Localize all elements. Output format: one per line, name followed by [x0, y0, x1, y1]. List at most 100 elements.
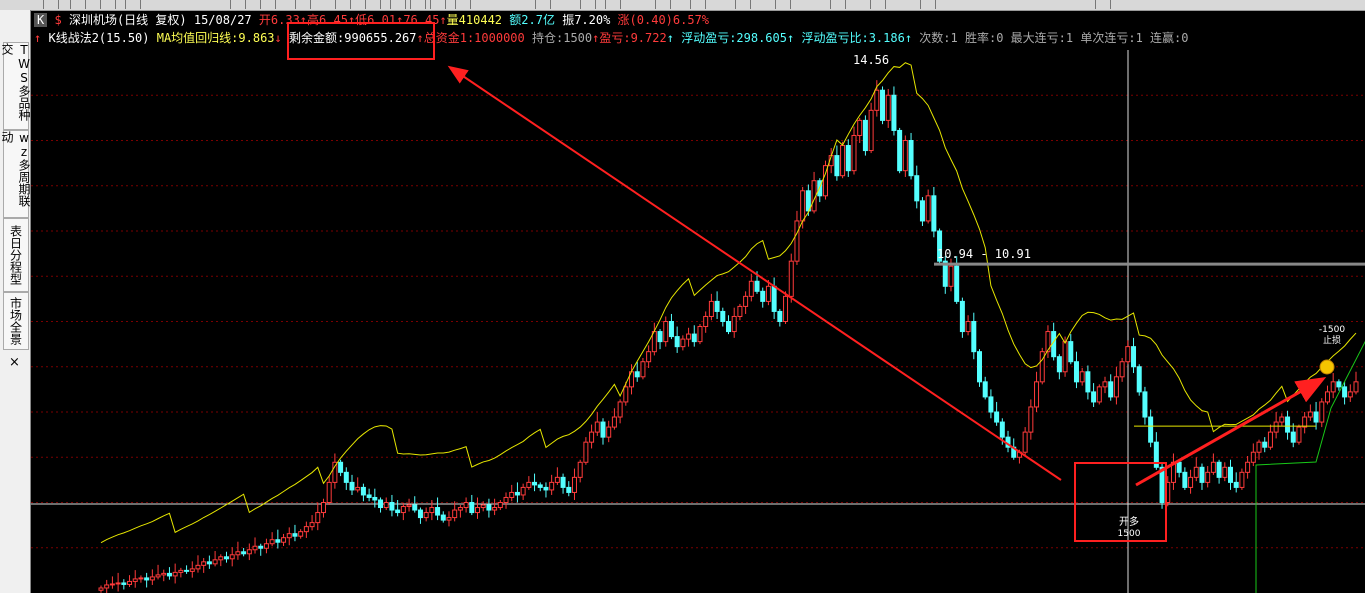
- close-icon[interactable]: ×: [9, 355, 20, 370]
- candle-body: [537, 484, 543, 488]
- toolbar-button-16[interactable]: [655, 0, 671, 9]
- toolbar-button-3[interactable]: [125, 0, 141, 9]
- toolbar-button-22[interactable]: [920, 0, 936, 9]
- candle-body: [1176, 461, 1182, 473]
- candle-body: [360, 486, 366, 496]
- candle-body: [919, 200, 925, 222]
- toolbar-button-12[interactable]: [455, 0, 471, 9]
- candle-body: [332, 461, 338, 483]
- smiley-icon: [1319, 359, 1335, 375]
- candle-body: [1085, 371, 1091, 393]
- candle-body: [731, 315, 737, 333]
- toolbar-button-4[interactable]: [230, 0, 246, 9]
- candle-body: [303, 526, 309, 533]
- candle-body: [1039, 351, 1045, 383]
- highlight-box-remaining: [287, 22, 435, 60]
- toolbar-button-0[interactable]: [43, 0, 59, 9]
- toolbar-button-14[interactable]: [580, 0, 596, 9]
- stock-title: 深圳机场(日线 复权): [68, 13, 187, 27]
- candle-body: [1199, 466, 1205, 483]
- toolbar-button-1[interactable]: [70, 0, 86, 9]
- candle-body: [1182, 471, 1188, 488]
- candle-body: [1233, 481, 1239, 488]
- candle-body: [189, 568, 195, 572]
- toolbar-button-15[interactable]: [605, 0, 621, 9]
- toolbar-button-8[interactable]: [365, 0, 381, 9]
- candle-body: [1290, 431, 1296, 443]
- toolbar-button-6[interactable]: [295, 0, 311, 9]
- candle-body: [166, 572, 172, 577]
- candle-body: [931, 195, 937, 232]
- candle-body: [417, 509, 423, 519]
- candle-body: [1342, 386, 1348, 398]
- candle-body: [343, 471, 349, 483]
- candle-body: [389, 502, 395, 511]
- toolbar-button-19[interactable]: [775, 0, 791, 9]
- candle-body: [765, 285, 771, 302]
- candle-body: [309, 522, 315, 528]
- candle-body: [475, 507, 480, 514]
- candle-body: [640, 361, 646, 378]
- single-loss-streak: 单次连亏:1: [1080, 31, 1143, 45]
- price-chart[interactable]: 10.94 - 10.91 14.56 开多1500 -1500止损: [31, 10, 1365, 593]
- candle-body: [366, 494, 372, 498]
- candle-body: [1210, 461, 1216, 473]
- candle-body: [1102, 381, 1108, 388]
- toolbar-button-21[interactable]: [870, 0, 886, 9]
- dollar-icon: $: [54, 13, 62, 27]
- candle-body: [1205, 471, 1211, 483]
- toolbar-button-10[interactable]: [410, 0, 426, 9]
- candle-body: [1062, 341, 1068, 373]
- win-streak: 连赢:0: [1150, 31, 1189, 45]
- toolbar-button-7[interactable]: [335, 0, 351, 9]
- candle-body: [897, 129, 903, 172]
- candle-body: [549, 481, 555, 491]
- max-loss-streak: 最大连亏:1: [1010, 31, 1074, 45]
- candle-body: [1096, 386, 1102, 403]
- candle-body: [577, 461, 583, 478]
- candle-body: [800, 190, 806, 222]
- candle-body: [554, 476, 560, 483]
- toolbar-button-23[interactable]: [1095, 0, 1111, 9]
- candle-body: [1022, 431, 1028, 453]
- candle-body: [1119, 361, 1125, 378]
- tab-tws-multi-product[interactable]: TWS多品种交: [0, 42, 31, 130]
- candle-body: [1245, 461, 1251, 473]
- candle-body: [429, 507, 435, 514]
- toolbar-button-11[interactable]: [430, 0, 446, 9]
- candle-body: [560, 476, 566, 488]
- toolbar-button-18[interactable]: [735, 0, 751, 9]
- candle-body: [532, 481, 538, 486]
- candle-body: [252, 545, 258, 551]
- candle-body: [400, 506, 406, 514]
- candle-body: [144, 577, 150, 581]
- tab-daily-frame[interactable]: 表日分程型: [3, 218, 29, 292]
- candle-body: [914, 175, 920, 202]
- toolbar-button-9[interactable]: [390, 0, 406, 9]
- candle-body: [1216, 461, 1222, 478]
- toolbar-button-17[interactable]: [690, 0, 706, 9]
- toolbar-button-2[interactable]: [100, 0, 116, 9]
- toolbar-button-5[interactable]: [260, 0, 276, 9]
- candle-body: [1285, 416, 1291, 433]
- candle-body: [1056, 356, 1062, 373]
- candle-body: [891, 94, 897, 131]
- position: 持仓:1500: [532, 31, 593, 45]
- candle-body: [526, 481, 532, 488]
- candle-body: [338, 461, 344, 473]
- candle-body: [857, 119, 863, 136]
- candle-body: [743, 295, 749, 307]
- candle-body: [269, 539, 275, 545]
- ma-value: MA均值回归线:9.863: [156, 31, 275, 45]
- tab-market-overview[interactable]: 市场全景: [3, 292, 29, 350]
- candle-body: [1188, 476, 1194, 488]
- candle-body: [583, 441, 589, 463]
- toolbar-button-13[interactable]: [535, 0, 551, 9]
- candle-body: [880, 89, 886, 121]
- tab-label: TWS多品种交: [0, 43, 31, 121]
- candle-body: [378, 499, 384, 509]
- tab-multi-period-link[interactable]: wz多周期联动: [0, 130, 31, 218]
- tab-label: 表日分程型: [8, 225, 23, 285]
- candle-body: [349, 481, 355, 491]
- toolbar-button-20[interactable]: [830, 0, 846, 9]
